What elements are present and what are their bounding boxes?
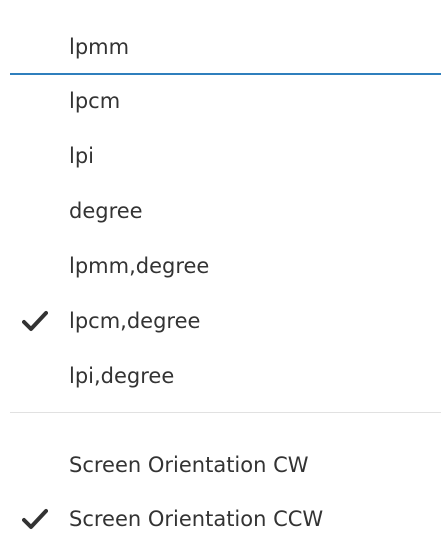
menu-item-lpi[interactable]: lpi <box>0 131 441 181</box>
menu-item-label: lpmm <box>69 35 130 59</box>
menu-item-label: lpi <box>69 144 94 168</box>
menu-item-label: degree <box>69 199 143 223</box>
menu-item-label: lpi,degree <box>69 364 175 388</box>
menu-separator <box>10 412 441 413</box>
menu-item-screen-orientation-ccw[interactable]: Screen Orientation CCW <box>0 494 441 544</box>
menu-item-label: lpmm,degree <box>69 254 210 278</box>
menu-item-label: Screen Orientation CW <box>69 453 309 477</box>
menu-item-label: Screen Orientation CCW <box>69 507 324 531</box>
menu-item-label: lpcm <box>69 89 121 113</box>
context-menu: lpmm lpcm lpi degree lpmm,degree lpcm,de… <box>0 0 441 547</box>
checkmark-icon <box>22 311 48 331</box>
menu-item-label: lpcm,degree <box>69 309 201 333</box>
menu-item-lpcm[interactable]: lpcm <box>0 76 441 126</box>
menu-item-lpmm[interactable]: lpmm <box>0 22 441 72</box>
menu-item-degree[interactable]: degree <box>0 186 441 236</box>
menu-separator-accent <box>10 73 441 75</box>
checkmark-icon <box>22 509 48 529</box>
menu-item-lpmm-degree[interactable]: lpmm,degree <box>0 241 441 291</box>
menu-item-lpi-degree[interactable]: lpi,degree <box>0 351 441 401</box>
menu-item-screen-orientation-cw[interactable]: Screen Orientation CW <box>0 440 441 490</box>
menu-item-lpcm-degree[interactable]: lpcm,degree <box>0 296 441 346</box>
